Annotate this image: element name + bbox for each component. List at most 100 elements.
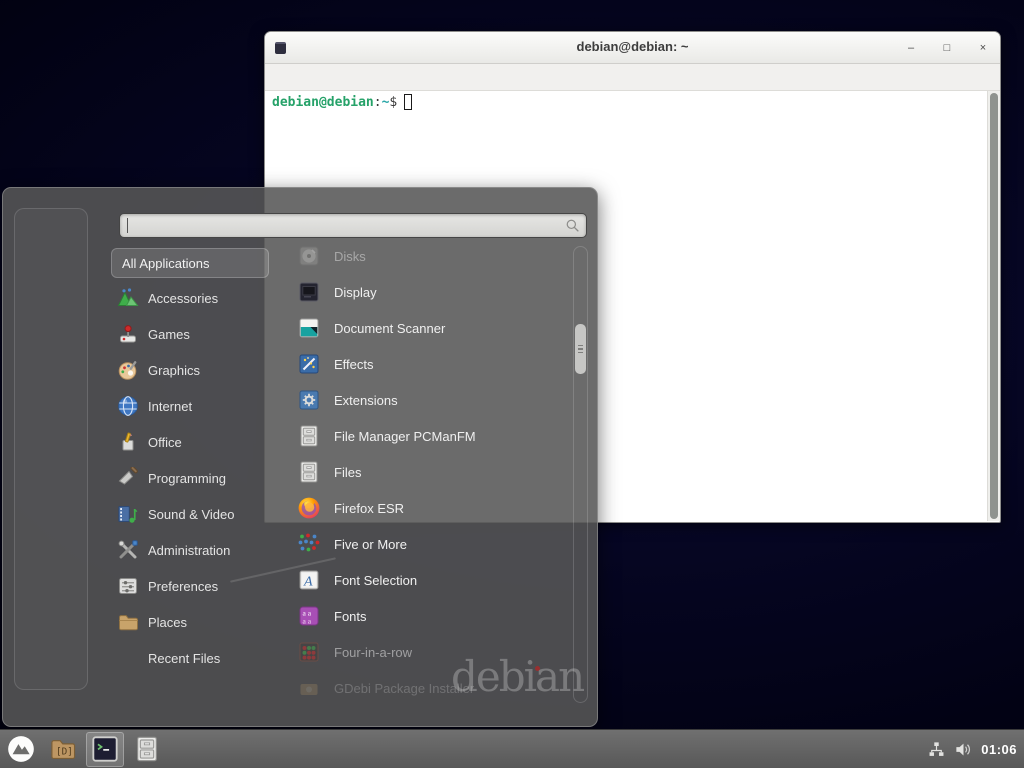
- category-item[interactable]: Programming: [111, 460, 269, 496]
- app-item[interactable]: File Manager PCManFM: [269, 418, 575, 454]
- category-item[interactable]: Administration: [111, 532, 269, 568]
- terminal-menu-item[interactable]: [269, 73, 287, 81]
- favorite-item[interactable]: [34, 387, 68, 421]
- svg-text:[D]: [D]: [56, 746, 73, 757]
- favorite-item[interactable]: [34, 283, 68, 317]
- maximize-icon[interactable]: □: [940, 39, 954, 57]
- minimize-icon[interactable]: –: [904, 39, 918, 57]
- category-item[interactable]: Places: [111, 604, 269, 640]
- firefox-icon: [297, 496, 321, 520]
- favorite-item[interactable]: [34, 335, 68, 369]
- terminal-menu-item[interactable]: [305, 73, 323, 81]
- app-item[interactable]: Document Scanner: [269, 310, 575, 346]
- extensions-icon: [297, 388, 321, 412]
- app-item[interactable]: Extensions: [269, 382, 575, 418]
- app-item[interactable]: Effects: [269, 346, 575, 382]
- terminal-menu-item[interactable]: [287, 73, 305, 81]
- file-cabinet-icon: [297, 460, 321, 484]
- search-input[interactable]: [119, 213, 587, 238]
- close-icon[interactable]: ×: [976, 39, 990, 57]
- favorite-item[interactable]: [34, 439, 68, 473]
- category-list: Accessories Games Graphics Internet Offi…: [111, 280, 269, 676]
- app-list-scrollbar-track[interactable]: [573, 246, 588, 703]
- places-icon: [117, 611, 139, 633]
- terminal-menu-item[interactable]: [359, 73, 377, 81]
- terminal-menu-item[interactable]: [341, 73, 359, 81]
- session-item[interactable]: [34, 530, 68, 564]
- app-label: Font Selection: [334, 573, 417, 588]
- category-item[interactable]: Recent Files: [111, 640, 269, 676]
- gdebi-icon: [297, 676, 321, 700]
- sound-video-icon: [117, 503, 139, 525]
- session-item[interactable]: [34, 582, 68, 616]
- app-item[interactable]: Five or More: [269, 526, 575, 562]
- category-label: Programming: [148, 471, 226, 486]
- fonts-icon: a aa a: [297, 604, 321, 628]
- app-label: Files: [334, 465, 361, 480]
- five-or-more-icon: [297, 532, 321, 556]
- app-item[interactable]: GDebi Package Installer: [269, 670, 575, 706]
- category-label: Office: [148, 435, 182, 450]
- app-item[interactable]: Files: [269, 454, 575, 490]
- app-label: Effects: [334, 357, 374, 372]
- app-item[interactable]: Four-in-a-row: [269, 634, 575, 670]
- system-tray: 01:06: [927, 740, 1024, 759]
- category-label: Recent Files: [148, 651, 220, 666]
- clock[interactable]: 01:06: [981, 742, 1017, 757]
- favorite-item[interactable]: [34, 231, 68, 265]
- app-label: Display: [334, 285, 377, 300]
- taskbar-launcher[interactable]: [2, 732, 40, 767]
- app-item[interactable]: Disks: [269, 238, 575, 274]
- menu-logo-icon: [7, 735, 35, 763]
- games-icon: [117, 323, 139, 345]
- document-scanner-icon: [297, 316, 321, 340]
- prompt-path: ~: [382, 95, 390, 110]
- category-item[interactable]: Accessories: [111, 280, 269, 316]
- category-item[interactable]: Preferences: [111, 568, 269, 604]
- terminal-titlebar[interactable]: debian@debian: ~ – □ ×: [265, 32, 1000, 64]
- application-menu: debian All Applications Accessories Game…: [2, 187, 598, 727]
- all-applications-button[interactable]: All Applications: [111, 248, 269, 278]
- app-item[interactable]: Firefox ESR: [269, 490, 575, 526]
- app-list-scrollbar-thumb[interactable]: [575, 324, 586, 374]
- taskbar-launcher[interactable]: [128, 732, 166, 767]
- accessories-icon: [117, 287, 139, 309]
- font-selection-icon: A: [297, 568, 321, 592]
- taskbar-launcher[interactable]: [D]: [44, 732, 82, 767]
- display-icon: [297, 280, 321, 304]
- internet-icon: [117, 395, 139, 417]
- search-caret: [127, 218, 128, 233]
- app-item[interactable]: A Font Selection: [269, 562, 575, 598]
- category-item[interactable]: Internet: [111, 388, 269, 424]
- terminal-scrollbar-thumb[interactable]: [990, 93, 998, 519]
- app-item[interactable]: Display: [269, 274, 575, 310]
- taskbar-launchers: [D]: [0, 730, 168, 768]
- terminal-menu-item[interactable]: [323, 73, 341, 81]
- svg-text:a a: a a: [303, 617, 312, 626]
- session-item[interactable]: [34, 634, 68, 668]
- prompt-separator: :: [374, 95, 382, 110]
- office-icon: [117, 431, 139, 453]
- terminal-scrollbar[interactable]: [987, 91, 1000, 521]
- app-item[interactable]: a aa a Fonts: [269, 598, 575, 634]
- app-label: Four-in-a-row: [334, 645, 412, 660]
- volume-icon[interactable]: [954, 740, 973, 759]
- network-icon[interactable]: [927, 740, 946, 759]
- category-label: Graphics: [148, 363, 200, 378]
- prompt-symbol: $: [389, 95, 397, 110]
- svg-text:A: A: [303, 575, 313, 590]
- category-item[interactable]: Graphics: [111, 352, 269, 388]
- category-label: Administration: [148, 543, 230, 558]
- administration-icon: [117, 539, 139, 561]
- taskbar-launcher[interactable]: [86, 732, 124, 767]
- preferences-icon: [117, 575, 139, 597]
- app-label: Fonts: [334, 609, 367, 624]
- graphics-icon: [117, 359, 139, 381]
- category-label: Sound & Video: [148, 507, 235, 522]
- category-label: Games: [148, 327, 190, 342]
- category-item[interactable]: Games: [111, 316, 269, 352]
- category-item[interactable]: Sound & Video: [111, 496, 269, 532]
- category-item[interactable]: Office: [111, 424, 269, 460]
- terminal-icon: [91, 735, 119, 763]
- prompt-user-host: debian@debian: [272, 95, 374, 110]
